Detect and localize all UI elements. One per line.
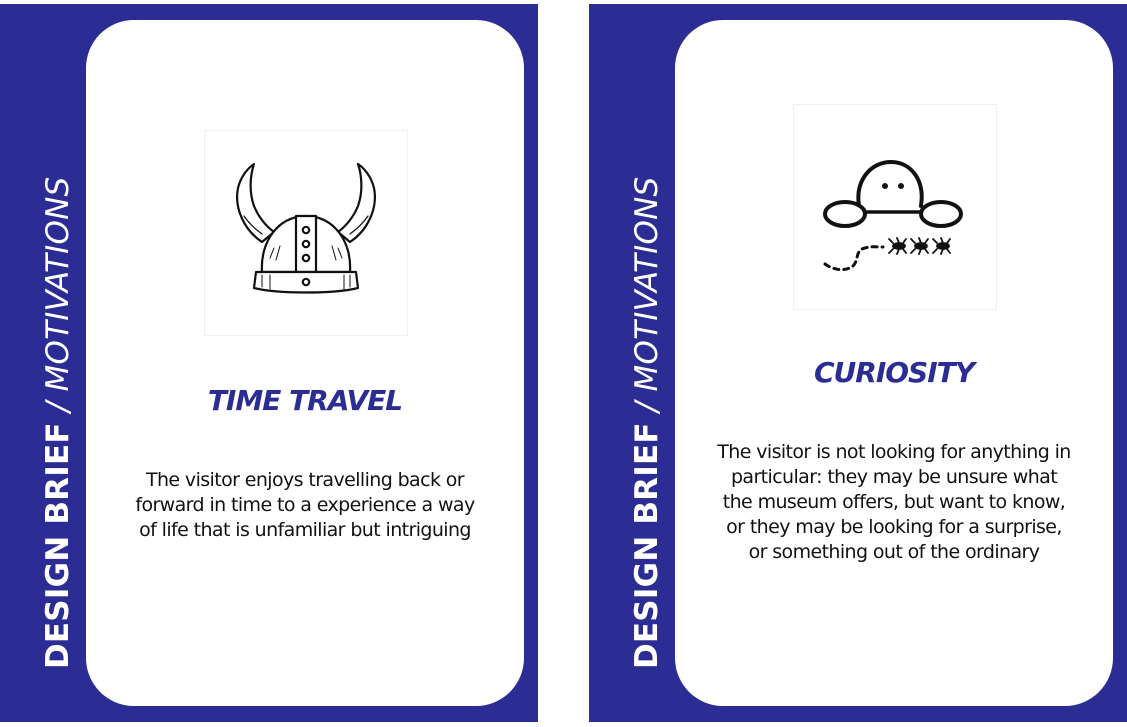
card-side-label: DESIGN BRIEF / MOTIVATIONS [629,176,665,669]
side-label-separator: / [629,391,665,423]
motivation-card-time-travel: DESIGN BRIEF / MOTIVATIONS TIME TRAVEL T… [0,4,538,722]
viking-helmet-icon [204,130,408,336]
side-label-design-brief: DESIGN BRIEF [40,422,76,669]
card-title: CURIOSITY [813,356,975,389]
card-description: The visitor enjoys travelling back or fo… [135,469,475,541]
motivation-card-curiosity: DESIGN BRIEF / MOTIVATIONS CURIOSITY The… [589,4,1127,722]
card-side-label: DESIGN BRIEF / MOTIVATIONS [40,176,76,669]
side-label-motivations: MOTIVATIONS [40,176,76,392]
card-description: The visitor is not looking for anything … [717,441,1071,563]
card-title: TIME TRAVEL [207,384,403,417]
card-panel: CURIOSITY The visitor is not looking for… [675,20,1113,706]
peeking-face-ants-icon [793,104,997,310]
side-label-separator: / [40,391,76,423]
side-label-motivations: MOTIVATIONS [629,176,665,392]
card-panel: TIME TRAVEL The visitor enjoys travellin… [86,20,524,706]
side-label-design-brief: DESIGN BRIEF [629,422,665,669]
page: DESIGN BRIEF / MOTIVATIONS TIME TRAVEL T… [0,0,1127,727]
